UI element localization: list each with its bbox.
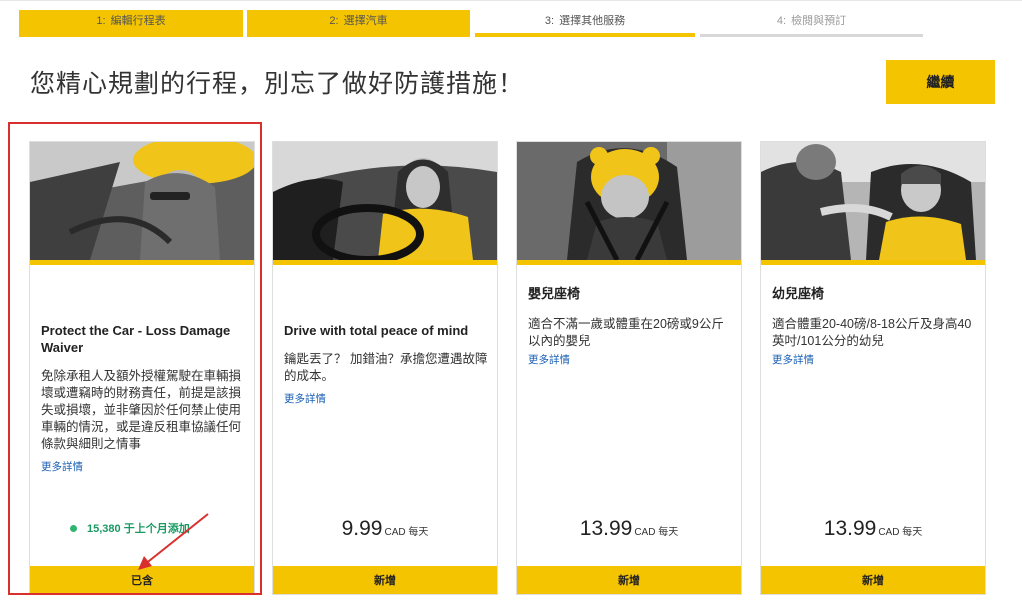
add-button[interactable]: 新增 <box>761 566 985 594</box>
card-body: 幼兒座椅 適合體重20-40磅/8-18公斤及身高40英吋/101公分的幼兒 更… <box>772 285 976 368</box>
card-title: Protect the Car - Loss Damage Waiver <box>41 323 231 355</box>
card-body: Protect the Car - Loss Damage Waiver 免除承… <box>41 322 245 475</box>
step-edit-itinerary[interactable]: 1: 編輯行程表 <box>19 10 243 37</box>
step-choose-car[interactable]: 2: 選擇汽車 <box>247 10 470 37</box>
progress-stepper: 1: 編輯行程表 2: 選擇汽車 3: 選擇其他服務 4: 檢閱與預訂 <box>19 10 923 38</box>
step-extras: 3: 選擇其他服務 <box>475 10 695 37</box>
page-title: 您精心規劃的行程，別忘了做好防護措施！ <box>30 69 525 98</box>
continue-button[interactable]: 繼續 <box>886 60 995 104</box>
card-body: 嬰兒座椅 適合不滿一歲或體重在20磅或9公斤以內的嬰兒 更多詳情 <box>528 285 732 368</box>
status-dot-icon <box>70 524 77 532</box>
accent-strip <box>273 260 497 265</box>
more-details-link[interactable]: 更多詳情 <box>41 459 83 474</box>
infant-seat-photo <box>517 142 741 260</box>
toddler-seat-photo <box>761 142 985 260</box>
more-details-link[interactable]: 更多詳情 <box>772 352 814 367</box>
add-button[interactable]: 新增 <box>273 566 497 594</box>
driver-smiling-photo <box>273 142 497 260</box>
accent-strip <box>30 260 254 265</box>
card-loss-damage-waiver: Protect the Car - Loss Damage Waiver 免除承… <box>29 141 255 595</box>
card-title: 幼兒座椅 <box>772 286 825 301</box>
more-details-link[interactable]: 更多詳情 <box>284 391 326 406</box>
included-button[interactable]: 已含 <box>30 566 254 594</box>
price: 9.99 CAD 每天 <box>341 517 429 540</box>
card-title: 嬰兒座椅 <box>528 286 581 301</box>
top-divider <box>0 0 1022 1</box>
more-details-link[interactable]: 更多詳情 <box>528 352 570 367</box>
accent-strip <box>761 260 985 265</box>
price: 13.99 CAD 每天 <box>579 517 679 540</box>
accent-strip <box>517 260 741 265</box>
card-description: 免除承租人及額外授權駕駛在車輛損壞或遭竊時的財務責任，前提是該損失或損壞，並非肇… <box>41 369 242 451</box>
woman-in-car-photo <box>30 142 254 260</box>
card-description: 適合不滿一歲或體重在20磅或9公斤以內的嬰兒 <box>528 317 724 348</box>
card-body: Drive with total peace of mind 鑰匙丟了？ 加錯油… <box>284 322 488 407</box>
social-proof: 15,380 于上个月添加 <box>70 520 190 536</box>
card-title: Drive with total peace of mind <box>284 323 469 338</box>
card-peace-of-mind: Drive with total peace of mind 鑰匙丟了？ 加錯油… <box>272 141 498 595</box>
card-toddler-seat: 幼兒座椅 適合體重20-40磅/8-18公斤及身高40英吋/101公分的幼兒 更… <box>760 141 986 595</box>
price: 13.99 CAD 每天 <box>823 517 923 540</box>
step-review-book: 4: 檢閱與預訂 <box>700 10 923 37</box>
add-button[interactable]: 新增 <box>517 566 741 594</box>
card-infant-seat: 嬰兒座椅 適合不滿一歲或體重在20磅或9公斤以內的嬰兒 更多詳情 13.99 CA… <box>516 141 742 595</box>
card-description: 鑰匙丟了？ 加錯油？承擔您遭遇故障的成本。 <box>284 352 488 383</box>
card-description: 適合體重20-40磅/8-18公斤及身高40英吋/101公分的幼兒 <box>772 317 972 348</box>
